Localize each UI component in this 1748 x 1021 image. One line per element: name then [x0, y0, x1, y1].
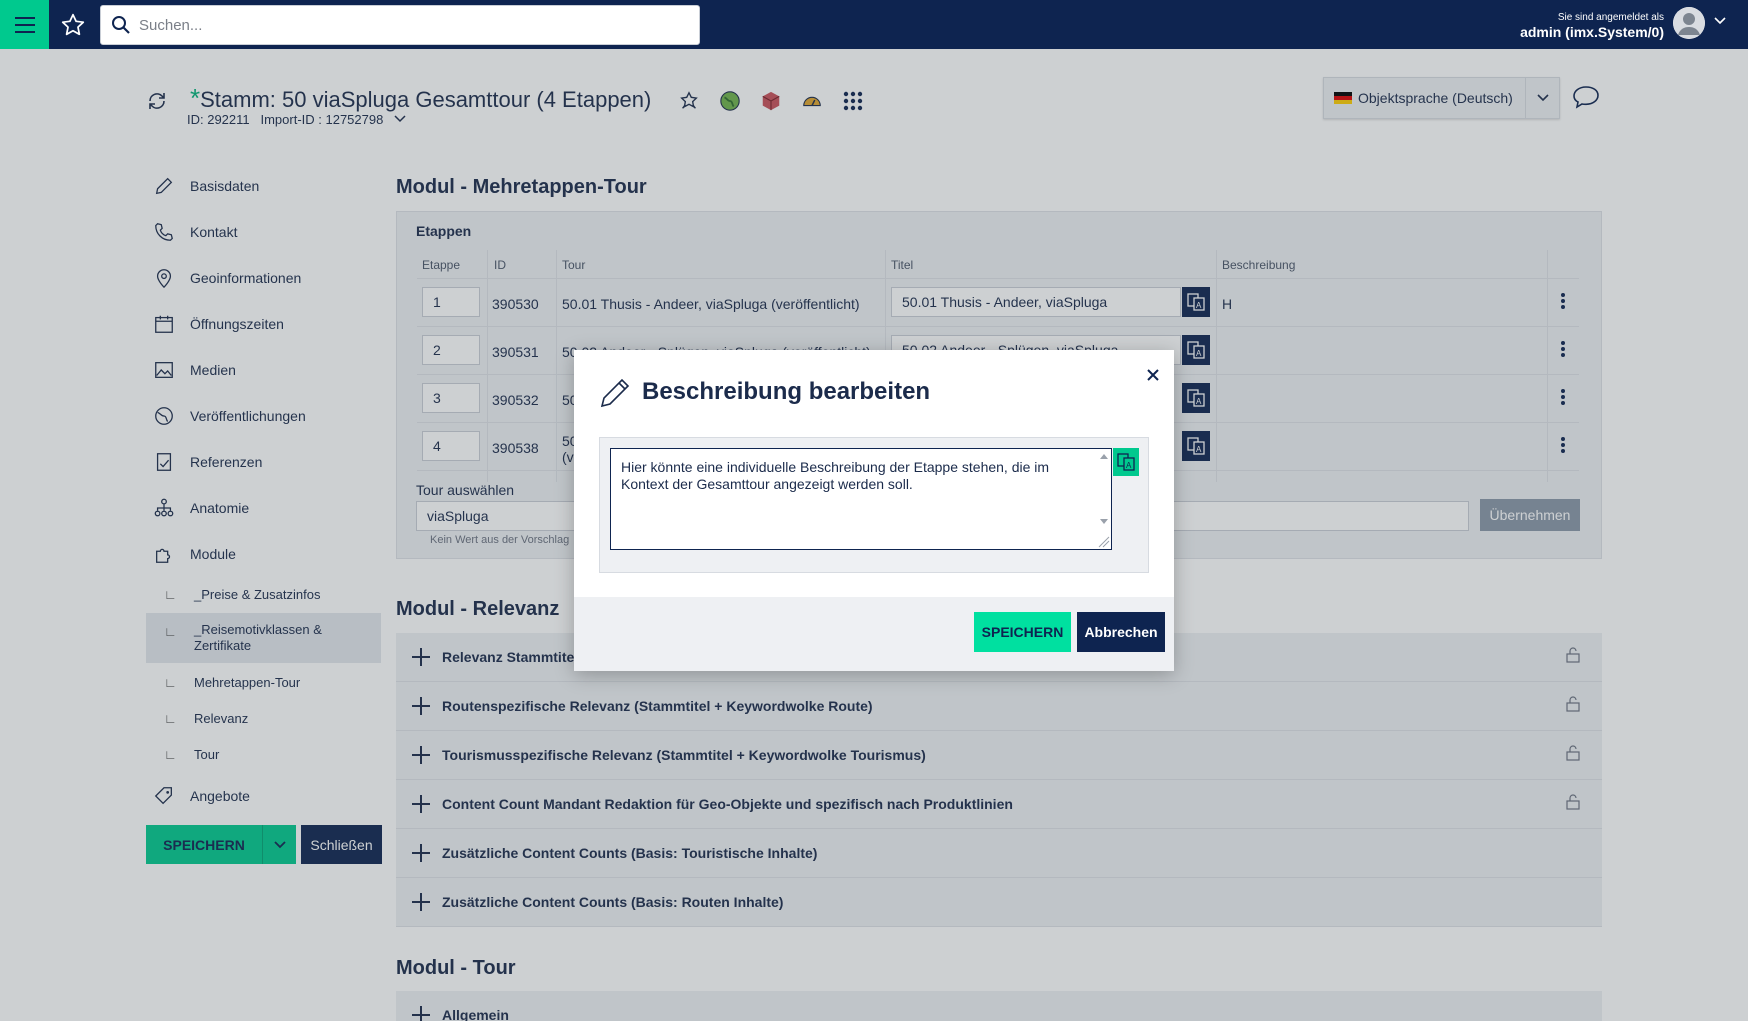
- search-bar[interactable]: [100, 5, 700, 45]
- hamburger-icon: [14, 16, 35, 33]
- search-icon: [112, 16, 130, 34]
- dialog-title: Beschreibung bearbeiten: [642, 378, 931, 405]
- translate-icon: A: [1117, 453, 1135, 471]
- dialog-footer: SPEICHERN Abbrechen: [574, 597, 1174, 671]
- dialog-save-button[interactable]: SPEICHERN: [974, 612, 1071, 652]
- translate-button[interactable]: A: [1113, 448, 1139, 476]
- svg-text:A: A: [1126, 461, 1132, 470]
- search-input[interactable]: [139, 6, 689, 44]
- top-bar: Sie sind angemeldet als admin (imx.Syste…: [0, 0, 1748, 49]
- favorites-star-icon[interactable]: [60, 12, 86, 38]
- description-text[interactable]: Hier könnte eine individuelle Beschreibu…: [621, 459, 1087, 493]
- hamburger-menu-button[interactable]: [0, 0, 49, 49]
- dialog-body: Hier könnte eine individuelle Beschreibu…: [599, 437, 1149, 573]
- dialog-cancel-button[interactable]: Abbrechen: [1077, 612, 1165, 652]
- edit-description-dialog: Beschreibung bearbeiten Hier könnte eine…: [574, 350, 1174, 671]
- avatar[interactable]: [1673, 7, 1705, 39]
- logged-in-label: Sie sind angemeldet als: [1557, 12, 1664, 23]
- user-name: admin (imx.System/0): [1520, 24, 1664, 40]
- close-icon[interactable]: [1144, 366, 1162, 384]
- pencil-icon: [600, 378, 630, 408]
- textarea-scrollbar[interactable]: [1097, 449, 1111, 549]
- description-textarea[interactable]: Hier könnte eine individuelle Beschreibu…: [610, 448, 1112, 550]
- chevron-down-icon[interactable]: [1713, 16, 1727, 26]
